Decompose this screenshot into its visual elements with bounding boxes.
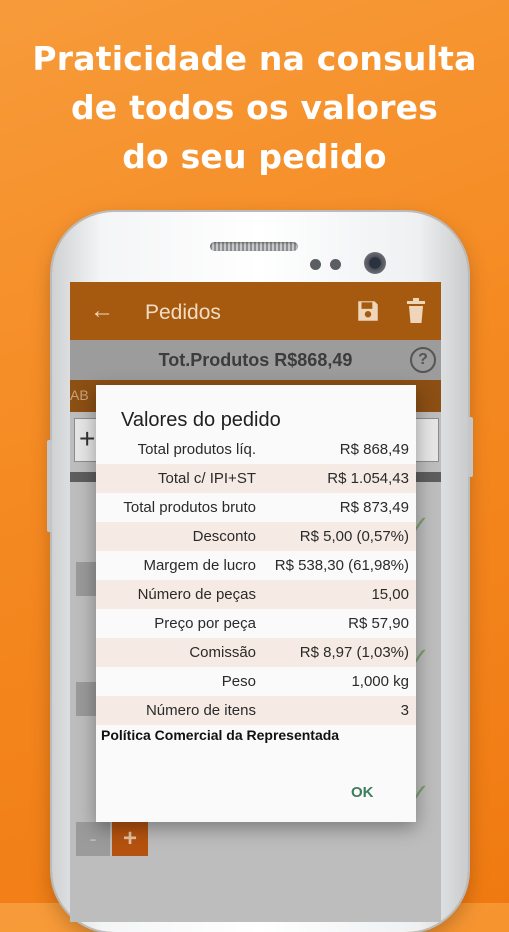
row-value: 3 <box>400 702 409 719</box>
table-row: Peso 1,000 kg <box>96 667 416 696</box>
row-value: R$ 873,49 <box>339 499 409 516</box>
trash-icon[interactable] <box>404 298 428 324</box>
app-bar: ← Pedidos <box>70 282 441 340</box>
table-row: Total produtos líq. R$ 868,49 <box>96 435 416 464</box>
quantity-stepper: - + <box>76 822 148 856</box>
headline-line-1: Praticidade na consulta <box>32 39 477 78</box>
proximity-sensor <box>310 259 321 270</box>
row-label: Comissão <box>189 644 256 661</box>
headline-line-2: de todos os valores <box>70 88 439 127</box>
row-label: Número de peças <box>137 586 256 603</box>
row-label: Margem de lucro <box>143 557 256 574</box>
table-row: Total produtos bruto R$ 873,49 <box>96 493 416 522</box>
row-label: Desconto <box>192 528 256 545</box>
front-camera <box>364 252 386 274</box>
totals-bar: Tot.Produtos R$868,49 ? <box>70 340 441 380</box>
row-value: 15,00 <box>371 586 409 603</box>
increment-button[interactable]: + <box>112 822 148 856</box>
arrow-back-icon[interactable]: ← <box>90 296 114 326</box>
table-row: Margem de lucro R$ 538,30 (61,98%) <box>96 551 416 580</box>
app-screen: ← Pedidos Tot.Produtos R$868,49 ? AB + ✓… <box>70 282 441 922</box>
ok-button[interactable]: OK <box>351 784 374 801</box>
power-button <box>468 417 473 477</box>
help-icon[interactable]: ? <box>410 347 436 373</box>
row-label: Preço por peça <box>154 615 256 632</box>
table-row: Comissão R$ 8,97 (1,03%) <box>96 638 416 667</box>
promo-headline: Praticidade na consulta de todos os valo… <box>0 34 509 181</box>
row-value: R$ 868,49 <box>339 441 409 458</box>
save-icon[interactable] <box>355 298 381 324</box>
table-row: Desconto R$ 5,00 (0,57%) <box>96 522 416 551</box>
tab-fragment[interactable]: AB <box>70 387 89 403</box>
volume-button <box>47 440 52 532</box>
phone-frame: ← Pedidos Tot.Produtos R$868,49 ? AB + ✓… <box>47 212 473 932</box>
plus-icon: + <box>79 423 96 454</box>
row-value: R$ 1.054,43 <box>327 470 409 487</box>
row-label: Peso <box>221 673 256 690</box>
table-row: Preço por peça R$ 57,90 <box>96 609 416 638</box>
row-value: R$ 5,00 (0,57%) <box>299 528 409 545</box>
table-row: Número de peças 15,00 <box>96 580 416 609</box>
total-products-label: Tot.Produtos R$868,49 <box>158 350 353 370</box>
table-row: Número de itens 3 <box>96 696 416 725</box>
page-title: Pedidos <box>145 301 221 324</box>
earpiece-speaker <box>210 242 298 251</box>
row-value: R$ 57,90 <box>348 615 409 632</box>
row-label: Número de itens <box>145 702 256 719</box>
row-label: Total c/ IPI+ST <box>158 470 256 487</box>
order-values-dialog: Valores do pedido Total produtos líq. R$ … <box>96 385 416 822</box>
dialog-title: Valores do pedido <box>121 409 281 431</box>
row-value: R$ 8,97 (1,03%) <box>299 644 409 661</box>
table-row: Total c/ IPI+ST R$ 1.054,43 <box>96 464 416 493</box>
row-label: Total produtos líq. <box>137 441 256 458</box>
commercial-policy-label: Política Comercial da Representada <box>101 727 340 743</box>
row-value: R$ 538,30 (61,98%) <box>274 557 409 574</box>
values-table: Total produtos líq. R$ 868,49 Total c/ IP… <box>96 435 416 725</box>
row-label: Total produtos bruto <box>123 499 256 516</box>
headline-line-3: do seu pedido <box>122 137 387 176</box>
row-value: 1,000 kg <box>351 673 409 690</box>
light-sensor <box>330 259 341 270</box>
decrement-button[interactable]: - <box>76 822 110 856</box>
